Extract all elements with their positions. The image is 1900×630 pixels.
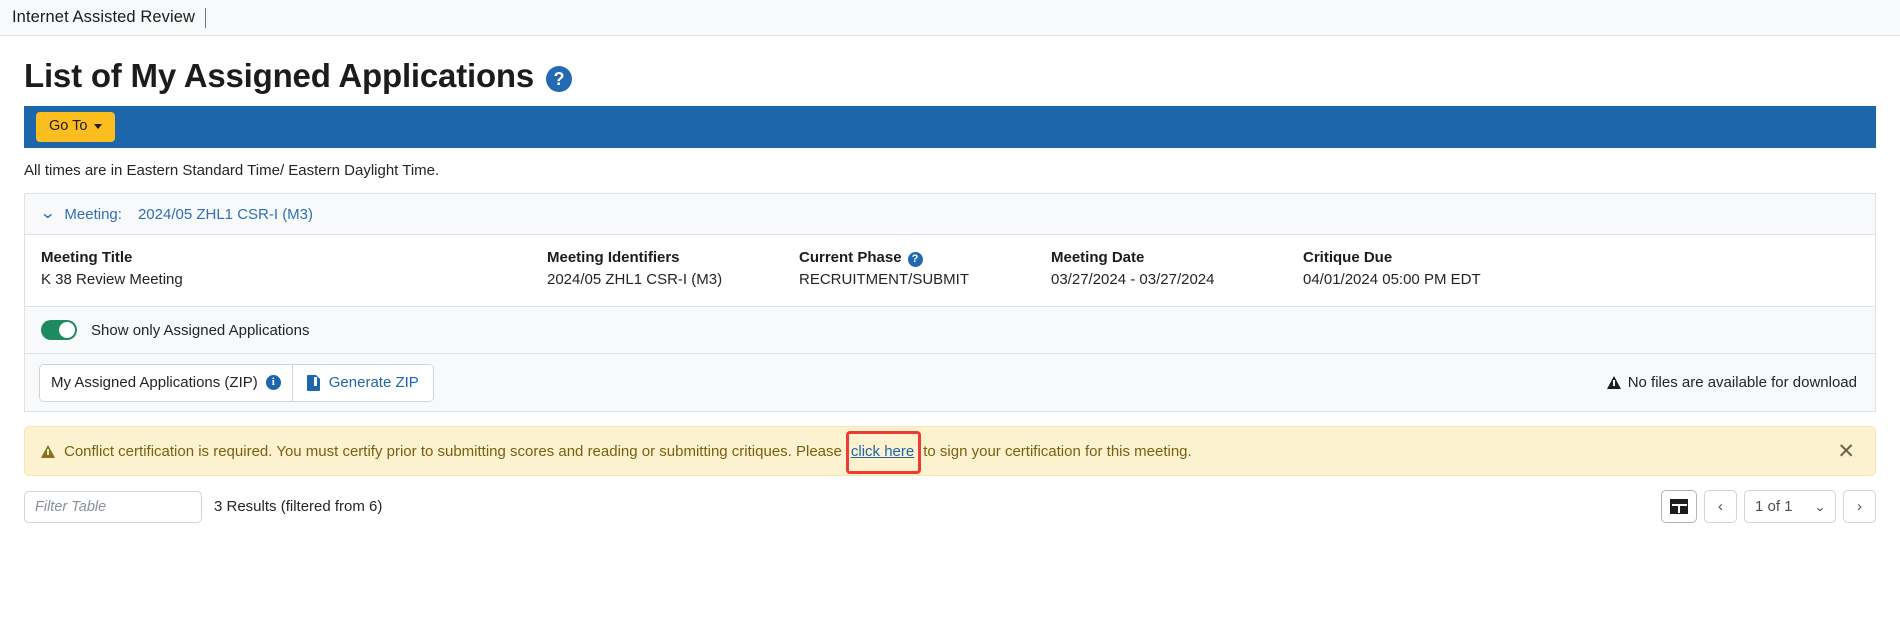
current-phase-value: RECRUITMENT/SUBMIT [799, 271, 969, 289]
zip-label: My Assigned Applications (ZIP) [51, 374, 258, 392]
question-mark-circle-icon[interactable]: ? [546, 66, 573, 93]
grid-view-icon [1670, 499, 1688, 515]
results-count-text: 3 Results (filtered from 6) [214, 498, 383, 516]
warning-triangle-icon [1606, 376, 1621, 390]
current-phase-label: Current Phase ? [799, 249, 1033, 268]
meeting-title-label: Meeting Title [41, 249, 133, 267]
critique-due-label: Critique Due [1303, 249, 1393, 267]
meeting-date-label: Meeting Date [1051, 249, 1145, 267]
page-title: List of My Assigned Applications [24, 57, 535, 94]
show-only-assigned-toggle[interactable] [41, 320, 77, 341]
chevron-down-icon: ⌄ [39, 205, 57, 223]
toggle-knob [59, 322, 75, 339]
question-mark-circle-icon[interactable]: ? [907, 252, 923, 268]
page-selector-dropdown[interactable]: 1 of 1 ⌄ [1744, 490, 1836, 524]
meeting-identifiers-label: Meeting Identifiers [547, 249, 680, 267]
go-to-label: Go To [49, 118, 88, 135]
generate-zip-label: Generate ZIP [328, 374, 419, 392]
go-to-dropdown-button[interactable]: Go To [36, 112, 116, 143]
alert-text-after: to sign your certification for this meet… [923, 442, 1192, 460]
assigned-applications-toggle-row: Show only Assigned Applications [24, 307, 1876, 355]
meeting-column-identifiers: Meeting Identifiers 2024/05 ZHL1 CSR-I (… [547, 249, 799, 288]
pagination-controls: ‹ 1 of 1 ⌄ › [1661, 490, 1876, 524]
table-controls-bar: 3 Results (filtered from 6) ‹ 1 of 1 ⌄ › [24, 490, 1876, 524]
meeting-column-date: Meeting Date 03/27/2024 - 03/27/2024 [1051, 249, 1303, 288]
meeting-date-value: 03/27/2024 - 03/27/2024 [1051, 271, 1215, 289]
show-only-assigned-label: Show only Assigned Applications [91, 321, 310, 339]
current-phase-label-text: Current Phase [799, 249, 902, 267]
chevron-down-icon: ⌄ [1813, 499, 1827, 514]
filter-table-input[interactable] [24, 490, 202, 523]
timezone-note: All times are in Eastern Standard Time/ … [24, 162, 440, 180]
info-icon[interactable]: i [265, 375, 281, 391]
meeting-column-current-phase: Current Phase ? RECRUITMENT/SUBMIT [799, 249, 1051, 288]
meeting-column-title: Meeting Title K 38 Review Meeting [41, 249, 547, 288]
action-toolbar: Go To [24, 106, 1876, 149]
previous-page-button[interactable]: ‹ [1704, 490, 1737, 524]
table-controls-left: 3 Results (filtered from 6) [24, 490, 383, 523]
meeting-header-value: 2024/05 ZHL1 CSR-I (M3) [137, 205, 314, 223]
critique-due-value: 04/01/2024 05:00 PM EDT [1303, 271, 1481, 289]
chevron-down-icon [94, 124, 103, 130]
zip-label-box: My Assigned Applications (ZIP) i [40, 365, 292, 401]
app-header: Internet Assisted Review [0, 0, 1900, 36]
meeting-header-label: Meeting: [64, 205, 122, 223]
conflict-certification-alert: Conflict certification is required. You … [24, 426, 1876, 477]
meeting-column-critique-due: Critique Due 04/01/2024 05:00 PM EDT [1303, 249, 1555, 288]
meeting-panel-header[interactable]: ⌄ Meeting: 2024/05 ZHL1 CSR-I (M3) [25, 194, 1875, 236]
next-page-button[interactable]: › [1843, 490, 1876, 524]
alert-text-before: Conflict certification is required. You … [64, 442, 842, 460]
meeting-panel: ⌄ Meeting: 2024/05 ZHL1 CSR-I (M3) Meeti… [24, 193, 1876, 308]
no-files-text: No files are available for download [1627, 374, 1857, 392]
page-indicator-label: 1 of 1 [1755, 498, 1793, 516]
alert-message: Conflict certification is required. You … [41, 443, 1835, 460]
app-title: Internet Assisted Review [12, 8, 196, 26]
grid-view-button[interactable] [1661, 490, 1697, 524]
meeting-details-grid: Meeting Title K 38 Review Meeting Meetin… [25, 235, 1875, 306]
zip-control-group: My Assigned Applications (ZIP) i Generat… [39, 363, 434, 402]
zip-file-icon [306, 374, 320, 391]
click-here-link[interactable]: click here [851, 443, 914, 460]
meeting-identifiers-value: 2024/05 ZHL1 CSR-I (M3) [547, 271, 723, 289]
no-files-message: No files are available for download [1606, 374, 1857, 392]
page-content: List of My Assigned Applications ? Go To… [0, 36, 1900, 524]
close-icon[interactable]: ✕ [1835, 441, 1857, 462]
warning-triangle-icon [41, 444, 55, 458]
meeting-title-value: K 38 Review Meeting [41, 271, 183, 289]
header-divider [205, 7, 207, 28]
generate-zip-button[interactable]: Generate ZIP [291, 364, 433, 401]
zip-download-row: My Assigned Applications (ZIP) i Generat… [24, 354, 1876, 413]
page-title-row: List of My Assigned Applications ? [24, 36, 1876, 106]
